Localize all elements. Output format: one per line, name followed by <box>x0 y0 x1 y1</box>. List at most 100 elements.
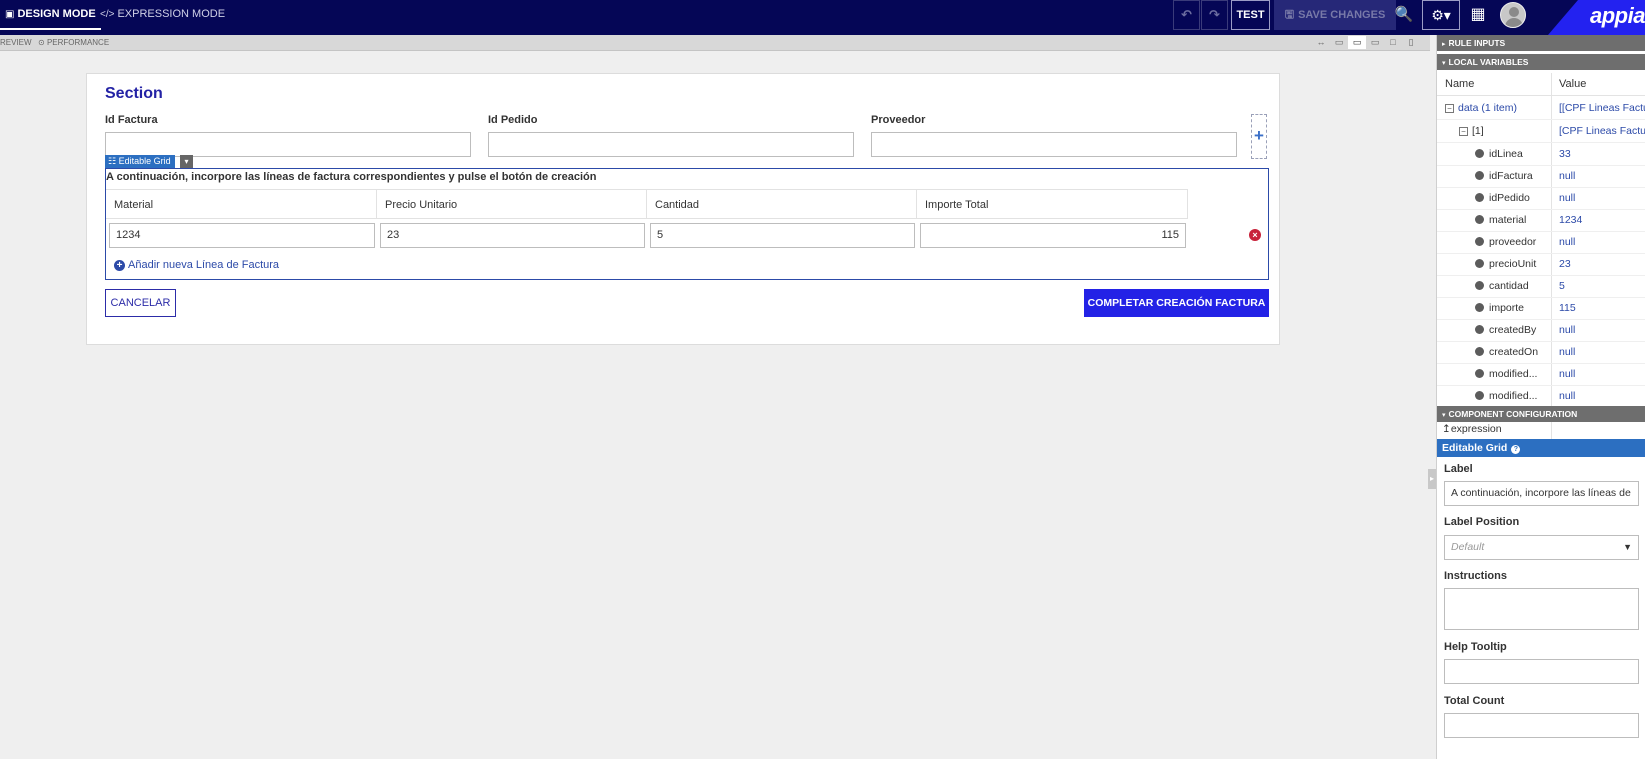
desktop-icon[interactable]: ▭ <box>1348 36 1366 49</box>
rule-inputs-header[interactable]: ▸ RULE INPUTS <box>1437 35 1645 51</box>
section-card: Section Id Factura Id Pedido Proveedor +… <box>86 73 1280 345</box>
material-cell-input[interactable]: 1234 <box>109 223 375 248</box>
editable-grid: A continuación, incorpore las líneas de … <box>105 168 1269 280</box>
column-header-cantidad: Cantidad <box>647 189 917 219</box>
variable-field-row[interactable]: modified... null <box>1437 385 1645 408</box>
column-header-material: Material <box>106 189 377 219</box>
field-name: createdBy <box>1475 319 1536 341</box>
label-input[interactable]: A continuación, incorpore las líneas de <box>1444 481 1639 506</box>
expression-mode-tab[interactable]: </> EXPRESSION MODE <box>100 0 225 30</box>
variable-field-row[interactable]: idPedido null <box>1437 187 1645 210</box>
add-row-link[interactable]: + Añadir nueva Línea de Factura <box>114 259 279 271</box>
fit-width-icon[interactable]: ↔ <box>1312 36 1330 49</box>
field-name: cantidad <box>1475 275 1529 297</box>
view-sub-bar: REVIEW ⊙ PERFORMANCE ↔ ▭ ▭ ▭ □ ▯ <box>0 35 1430 51</box>
variable-field-row[interactable]: material 1234 <box>1437 209 1645 232</box>
code-icon: </> <box>100 9 115 20</box>
variable-field-row[interactable]: importe 115 <box>1437 297 1645 320</box>
design-mode-label: DESIGN MODE <box>17 8 96 20</box>
help-icon[interactable]: ? <box>1511 445 1521 454</box>
collapse-tree-icon[interactable]: − <box>1445 104 1454 113</box>
column-header-importe: Importe Total <box>917 189 1188 219</box>
data-variable-label: data (1 item) <box>1458 102 1517 114</box>
performance-label: PERFORMANCE <box>46 38 110 47</box>
component-configuration-label: COMPONENT CONFIGURATION <box>1448 409 1578 419</box>
instructions-caption: Instructions <box>1444 570 1507 582</box>
appian-logo: appian <box>1548 0 1645 35</box>
label-position-select[interactable]: Default ▼ <box>1444 535 1639 560</box>
id-factura-input[interactable] <box>105 132 471 157</box>
performance-tab[interactable]: ⊙ PERFORMANCE <box>38 38 109 47</box>
apps-grid-icon[interactable]: ▦ <box>1466 0 1490 30</box>
wide-desktop-icon[interactable]: ▭ <box>1330 36 1348 49</box>
collapse-icon: ▾ <box>1442 412 1446 419</box>
component-configuration-header[interactable]: ▾ COMPONENT CONFIGURATION <box>1437 406 1645 422</box>
variable-field-row[interactable]: proveedor null <box>1437 231 1645 254</box>
panel-collapse-handle[interactable]: ▸ <box>1428 469 1436 489</box>
column-header-precio: Precio Unitario <box>377 189 647 219</box>
expression-link[interactable]: ↥expression <box>1442 423 1502 435</box>
importe-cell-input[interactable]: 115 <box>920 223 1186 248</box>
settings-button[interactable]: ⚙▾ <box>1422 0 1460 30</box>
laptop-icon[interactable]: ▭ <box>1366 36 1384 49</box>
expand-icon: ▸ <box>1442 41 1446 48</box>
cantidad-cell-input[interactable]: 5 <box>650 223 915 248</box>
add-column-plus-icon[interactable]: + <box>1251 114 1267 159</box>
test-button[interactable]: TEST <box>1231 0 1270 30</box>
help-tooltip-caption: Help Tooltip <box>1444 641 1507 653</box>
variable-field-row[interactable]: modified... null <box>1437 363 1645 386</box>
field-name: precioUnit <box>1475 253 1536 275</box>
field-value: 33 <box>1559 148 1571 160</box>
grid-menu-chevron-icon[interactable]: ▾ <box>180 155 193 168</box>
id-pedido-input[interactable] <box>488 132 854 157</box>
clock-icon: ⊙ <box>38 38 45 47</box>
design-mode-icon: ▣ <box>5 9 15 20</box>
top-bar: ▣ DESIGN MODE </> EXPRESSION MODE ↶ ↷ TEST… <box>0 0 1645 35</box>
editable-grid-tag[interactable]: ☷ Editable Grid <box>105 155 175 168</box>
total-count-input[interactable] <box>1444 713 1639 738</box>
variable-field-row[interactable]: createdOn null <box>1437 341 1645 364</box>
tablet-icon[interactable]: □ <box>1384 36 1402 49</box>
help-tooltip-input[interactable] <box>1444 659 1639 684</box>
name-column-header: Name <box>1445 78 1475 90</box>
precio-cell-input[interactable]: 23 <box>380 223 645 248</box>
id-pedido-field: Id Pedido <box>488 114 854 157</box>
proveedor-label: Proveedor <box>871 114 926 126</box>
complete-invoice-button[interactable]: COMPLETAR CREACIÓN FACTURA <box>1084 289 1269 317</box>
field-name: modified... <box>1475 363 1537 385</box>
field-value: 1234 <box>1559 214 1583 226</box>
variable-row-data[interactable]: −data (1 item) [[CPF Lineas Factura <box>1437 97 1645 120</box>
variable-field-row[interactable]: idFactura null <box>1437 165 1645 188</box>
local-variables-header[interactable]: ▾ LOCAL VARIABLES <box>1437 54 1645 70</box>
item-variable-label: [1] <box>1472 125 1484 137</box>
save-changes-button[interactable]: 🖫 SAVE CHANGES <box>1274 0 1396 30</box>
gear-icon: ⚙▾ <box>1431 7 1451 23</box>
preview-tab[interactable]: REVIEW <box>0 38 32 47</box>
cancel-button[interactable]: CANCELAR <box>105 289 176 317</box>
logo-text: appian <box>1590 3 1645 28</box>
variable-field-row[interactable]: precioUnit 23 <box>1437 253 1645 276</box>
variable-field-row[interactable]: createdBy null <box>1437 319 1645 342</box>
variable-field-row[interactable]: cantidad 5 <box>1437 275 1645 298</box>
remove-row-icon[interactable]: × <box>1249 229 1261 241</box>
field-name-label: proveedor <box>1489 236 1537 248</box>
local-variables-label: LOCAL VARIABLES <box>1448 57 1529 67</box>
avatar[interactable] <box>1500 2 1526 28</box>
variable-row-item[interactable]: −[1] [CPF Lineas Factura <box>1437 120 1645 143</box>
variable-field-row[interactable]: idLinea 33 <box>1437 143 1645 166</box>
grid-icon: ☷ <box>108 156 117 166</box>
collapse-tree-icon[interactable]: − <box>1459 127 1468 136</box>
instructions-textarea[interactable] <box>1444 588 1639 630</box>
phone-icon[interactable]: ▯ <box>1402 36 1420 49</box>
proveedor-input[interactable] <box>871 132 1237 157</box>
redo-button[interactable]: ↷ <box>1201 0 1228 30</box>
id-factura-label: Id Factura <box>105 114 158 126</box>
design-mode-tab[interactable]: ▣ DESIGN MODE <box>0 0 101 30</box>
field-value: null <box>1559 170 1576 182</box>
search-objects-icon[interactable]: 🔍 <box>1392 0 1416 30</box>
undo-button[interactable]: ↶ <box>1173 0 1200 30</box>
bullet-icon <box>1475 325 1484 334</box>
label-position-caption: Label Position <box>1444 516 1520 528</box>
field-value: 23 <box>1559 258 1571 270</box>
field-name: modified... <box>1475 385 1537 407</box>
